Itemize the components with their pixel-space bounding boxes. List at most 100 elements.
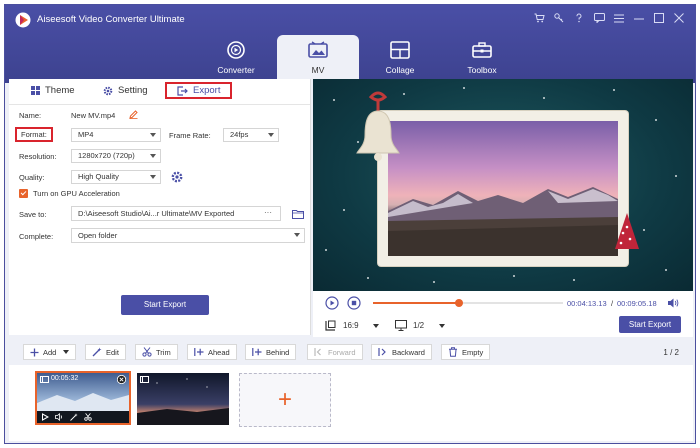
name-value: New MV.mp4 [71, 111, 116, 120]
volume-icon[interactable] [667, 297, 679, 309]
aspect-ratio-value[interactable]: 16:9 [343, 321, 359, 330]
start-export-button[interactable]: Start Export [121, 295, 209, 315]
bell-ornament-icon [356, 91, 400, 161]
tab-toolbox[interactable]: Toolbox [441, 35, 523, 83]
export-icon [177, 85, 188, 96]
converter-icon [227, 41, 245, 59]
playback-progress[interactable] [373, 299, 563, 307]
clip-thumbnail-1[interactable]: 00:05:32 [35, 371, 131, 425]
plus-icon: + [277, 386, 292, 413]
subtab-setting-label: Setting [118, 85, 148, 96]
help-icon[interactable] [569, 11, 589, 29]
behind-label: Behind [266, 347, 290, 357]
framerate-value: 24fps [230, 130, 249, 139]
trim-button[interactable]: Trim [135, 344, 178, 360]
main-nav: Converter MV Collage Toolbox [195, 35, 523, 83]
tab-mv[interactable]: MV [277, 35, 359, 83]
menu-icon[interactable] [609, 11, 629, 29]
edit-name-icon[interactable] [129, 110, 138, 119]
monitor-icon [395, 320, 407, 331]
tab-collage[interactable]: Collage [359, 35, 441, 83]
ahead-label: Ahead [208, 347, 230, 357]
scissors-icon [142, 347, 152, 357]
quality-select[interactable]: High Quality [71, 170, 161, 184]
backward-button[interactable]: Backward [371, 344, 432, 360]
clip-thumbnail-2[interactable] [137, 373, 229, 425]
saveto-more-button[interactable]: ··· [257, 207, 279, 220]
format-label: Format: [15, 127, 53, 142]
progress-handle[interactable] [454, 299, 463, 307]
chevron-down-icon [150, 175, 156, 179]
preview-start-export-button[interactable]: Start Export [619, 316, 681, 333]
clip-edit-icon[interactable] [70, 413, 78, 421]
minimize-icon[interactable] [629, 11, 649, 29]
aspect-ratio-icon [325, 320, 336, 331]
open-folder-icon[interactable] [292, 209, 304, 219]
remove-clip-icon[interactable] [117, 375, 126, 384]
saveto-field[interactable]: D:\Aiseesoft Studio\Ai...r Ultimate\MV E… [71, 206, 281, 221]
chevron-down-icon [268, 133, 274, 137]
complete-value: Open folder [78, 231, 118, 240]
chevron-down-icon [150, 133, 156, 137]
backward-label: Backward [392, 347, 425, 357]
total-time: 00:09:05.18 [617, 299, 657, 308]
clip-trim-icon[interactable] [84, 413, 92, 421]
key-icon[interactable] [549, 11, 569, 29]
mv-preview-image [388, 121, 618, 256]
preview-page-value[interactable]: 1/2 [413, 321, 424, 330]
clip-page-indicator: 1 / 2 [663, 348, 679, 357]
tab-mv-label: MV [311, 65, 325, 75]
tab-converter[interactable]: Converter [195, 35, 277, 83]
gpu-checkbox[interactable] [19, 189, 28, 198]
framerate-select[interactable]: 24fps [223, 128, 279, 142]
app-logo-icon [15, 12, 31, 28]
clip-timeline: 00:05:32 + [9, 365, 693, 441]
chevron-down-icon [150, 154, 156, 158]
tree-ornament-icon [615, 213, 639, 249]
empty-button[interactable]: Empty [441, 344, 491, 360]
plus-icon [30, 348, 39, 356]
maximize-icon[interactable] [649, 11, 669, 29]
add-button[interactable]: Add [23, 344, 77, 360]
cart-icon[interactable] [529, 11, 549, 29]
title-bar: Aiseesoft Video Converter Ultimate Conve… [5, 5, 695, 83]
toolbox-icon [472, 42, 492, 58]
chevron-down-icon [63, 350, 70, 354]
subtab-theme[interactable]: Theme [31, 85, 75, 96]
close-icon[interactable] [669, 11, 689, 29]
saveto-path: D:\Aiseesoft Studio\Ai...r Ultimate\MV E… [78, 209, 235, 218]
subtab-bar: Theme Setting Export [9, 79, 310, 105]
forward-button[interactable]: Forward [307, 344, 363, 360]
quality-settings-gear-icon[interactable] [171, 171, 183, 183]
clip-1-duration: 00:05:32 [51, 375, 79, 382]
mv-icon [308, 41, 328, 58]
complete-select[interactable]: Open folder [71, 228, 305, 243]
tab-collage-label: Collage [385, 65, 415, 75]
subtab-setting[interactable]: Setting [103, 85, 148, 96]
app-window: Aiseesoft Video Converter Ultimate Conve… [4, 4, 696, 444]
clip-play-icon[interactable] [41, 413, 49, 421]
app-title: Aiseesoft Video Converter Ultimate [37, 14, 185, 25]
edit-button[interactable]: Edit [85, 344, 126, 360]
export-panel: Theme Setting Export Name: New MV.mp4 Fo… [9, 79, 311, 335]
clip-1-actions [37, 411, 129, 423]
ahead-button[interactable]: Ahead [187, 344, 237, 360]
chevron-down-icon[interactable] [373, 324, 379, 328]
resolution-value: 1280x720 (720p) [78, 151, 135, 160]
chevron-down-icon[interactable] [439, 324, 445, 328]
play-icon[interactable] [325, 296, 339, 310]
behind-button[interactable]: Behind [245, 344, 297, 360]
clip-volume-icon[interactable] [55, 413, 64, 421]
insert-ahead-icon [194, 348, 204, 356]
player-controls: 00:04:13.13 / 00:09:05.18 16:9 1/2 Start… [313, 291, 693, 337]
add-label: Add [43, 347, 57, 357]
edit-label: Edit [106, 347, 119, 357]
stop-icon[interactable] [347, 296, 361, 310]
framerate-label: Frame Rate: [169, 131, 211, 140]
format-select[interactable]: MP4 [71, 128, 161, 142]
subtab-export[interactable]: Export [165, 82, 233, 99]
resolution-select[interactable]: 1280x720 (720p) [71, 149, 161, 163]
add-clip-slot[interactable]: + [239, 373, 331, 427]
feedback-icon[interactable] [589, 11, 609, 29]
gpu-label: Turn on GPU Acceleration [33, 189, 120, 198]
